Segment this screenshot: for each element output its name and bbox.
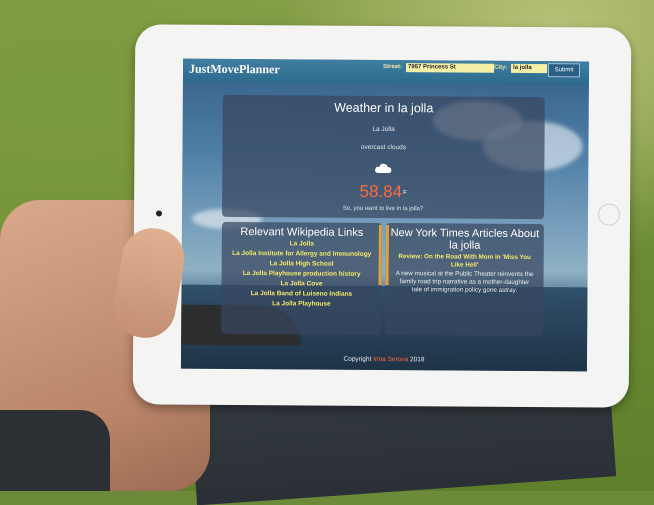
- wiki-link[interactable]: La Jolla Playhouse: [227, 300, 375, 309]
- wikipedia-panel: Relevant Wikipedia Links La Jolla La Jol…: [221, 221, 382, 335]
- temperature-value: 58.84: [359, 181, 403, 202]
- temperature-unit[interactable]: F: [403, 190, 407, 196]
- wiki-link[interactable]: La Jolla Cove: [227, 280, 375, 289]
- city-input[interactable]: la jolla: [511, 63, 548, 74]
- city-label: City:: [494, 64, 508, 71]
- street-input[interactable]: 7957 Princess St: [406, 63, 495, 73]
- nyt-article-headline[interactable]: Review: On the Road With Mom in 'Miss Yo…: [394, 253, 536, 270]
- wiki-scrollbar[interactable]: [378, 224, 382, 285]
- copyright-label: Copyright: [343, 355, 372, 363]
- tablet: JustMovePlanner Street: 7957 Princess St…: [132, 24, 632, 408]
- screen: JustMovePlanner Street: 7957 Princess St…: [180, 58, 590, 372]
- home-button[interactable]: [597, 203, 621, 226]
- top-bar: JustMovePlanner Street: 7957 Princess St…: [182, 58, 590, 86]
- nyt-title: New York Times Articles About la jolla: [390, 227, 540, 252]
- submit-button[interactable]: Submit: [547, 63, 581, 78]
- author-link[interactable]: Irina Serova: [373, 356, 408, 363]
- camera-icon: [155, 210, 163, 217]
- nyt-panel: New York Times Articles About la jolla R…: [385, 223, 544, 337]
- wiki-link[interactable]: La Jolla High School: [228, 260, 376, 269]
- temperature: 58.84F: [222, 181, 544, 203]
- copyright-year: 2018: [409, 356, 425, 364]
- wikipedia-title: Relevant Wikipedia Links: [240, 226, 364, 239]
- weather-title: Weather in la jolla: [334, 100, 434, 116]
- brand-logo[interactable]: JustMovePlanner: [189, 62, 280, 78]
- nyt-scrollbar[interactable]: [385, 225, 389, 286]
- wiki-link[interactable]: La Jolla Institute for Allergy and Immun…: [228, 250, 376, 259]
- sleeve: [0, 410, 110, 491]
- weather-panel: Weather in la jolla La Jolla overcast cl…: [221, 94, 545, 220]
- wiki-link[interactable]: La Jolla Playhouse production history: [228, 270, 376, 279]
- live-question: So, you want to live in la jolla?: [342, 205, 424, 213]
- weather-city: La Jolla: [372, 125, 395, 134]
- wiki-link[interactable]: La Jolla Band of Luiseno Indians: [227, 290, 375, 299]
- cloud-icon: [375, 163, 392, 174]
- nyt-article-summary: A new musical at the Public Theater rein…: [395, 270, 534, 294]
- street-label: Street:: [383, 64, 403, 71]
- weather-description: overcast clouds: [360, 143, 407, 152]
- wiki-link[interactable]: La Jolla: [228, 240, 376, 249]
